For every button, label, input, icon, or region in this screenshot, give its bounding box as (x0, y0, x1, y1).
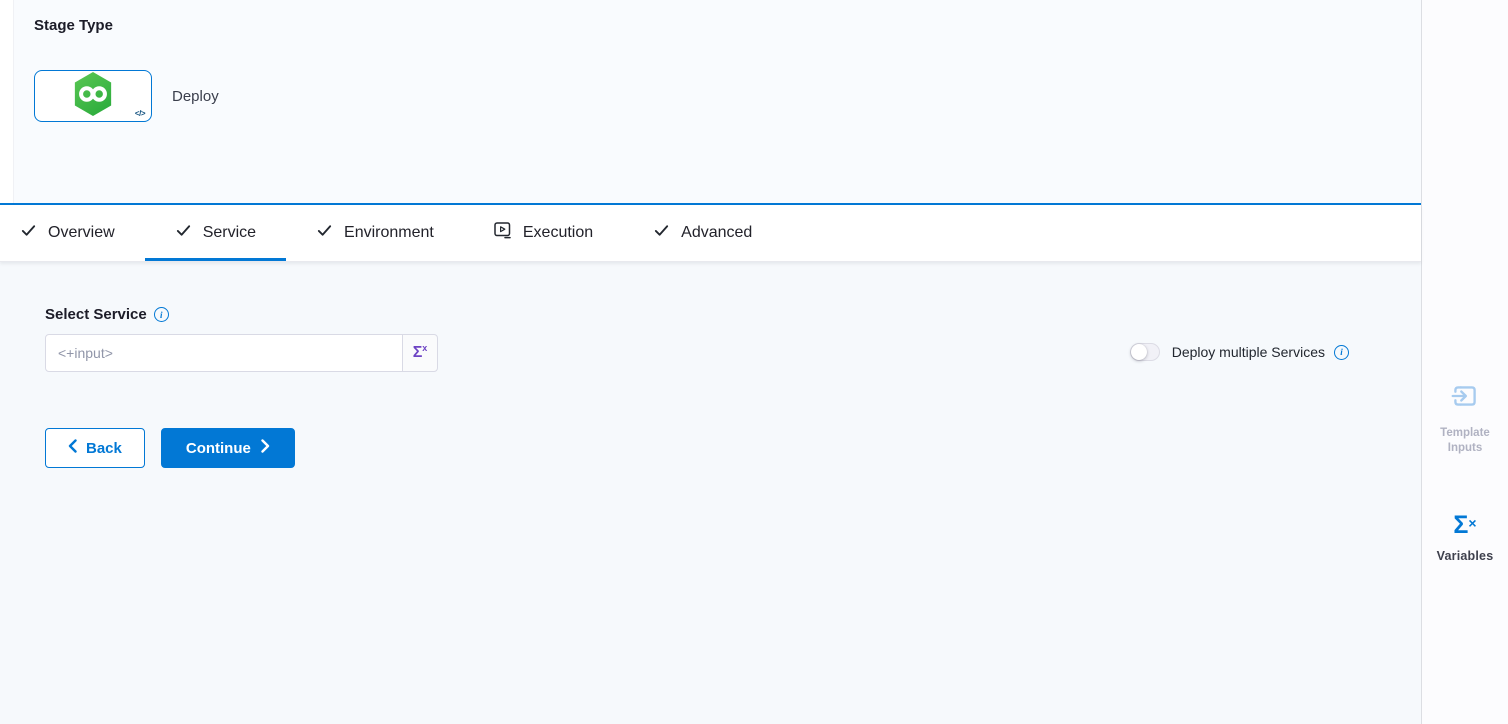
check-icon (20, 222, 37, 244)
x-glyph: × (1468, 515, 1476, 531)
service-input[interactable] (45, 334, 403, 372)
sigma-icon: Σ (413, 344, 423, 362)
template-inputs-label: Template Inputs (1434, 426, 1496, 456)
check-icon (316, 222, 333, 244)
cd-hexagon-icon (72, 71, 114, 122)
stage-setup-screen: Stage Type (0, 0, 1508, 724)
chevron-left-icon (68, 439, 77, 457)
continue-button[interactable]: Continue (161, 428, 295, 468)
sigma-sup-x: x (422, 343, 427, 353)
tab-label: Advanced (681, 224, 752, 242)
template-inputs-icon (1449, 380, 1481, 417)
chevron-right-icon (261, 439, 270, 457)
tab-execution[interactable]: Execution (464, 205, 623, 261)
continue-button-label: Continue (186, 440, 251, 457)
info-icon[interactable]: i (154, 307, 169, 322)
tab-label: Execution (523, 224, 593, 242)
template-inputs-button[interactable]: Template Inputs (1422, 380, 1508, 456)
tab-label: Overview (48, 224, 115, 242)
variables-sigma-icon: Σ × (1453, 512, 1476, 538)
info-icon[interactable]: i (1334, 345, 1349, 360)
toggle-knob (1131, 344, 1147, 360)
navigation-buttons: Back Continue (45, 428, 1421, 468)
tab-advanced[interactable]: Advanced (623, 205, 782, 261)
service-tab-content: Select Service i Σ x Deploy multiple Ser… (0, 262, 1421, 724)
tab-label: Environment (344, 224, 434, 242)
expression-input-type-button[interactable]: Σ x (402, 334, 438, 372)
sigma-glyph: Σ (1453, 512, 1468, 538)
tab-service[interactable]: Service (145, 205, 286, 261)
stage-type-title: Stage Type (34, 17, 1421, 34)
back-button[interactable]: Back (45, 428, 145, 468)
code-badge-icon: </> (135, 109, 145, 118)
check-icon (175, 222, 192, 244)
tab-label: Service (203, 224, 256, 242)
deploy-multiple-services-row: Deploy multiple Services i (1130, 343, 1349, 361)
panel-left-edge (0, 0, 14, 203)
variables-button[interactable]: Σ × Variables (1422, 512, 1508, 563)
stage-type-panel: Stage Type (0, 0, 1421, 205)
deploy-multiple-services-toggle[interactable] (1130, 343, 1160, 361)
check-icon (653, 222, 670, 244)
stage-name-label: Deploy (172, 88, 219, 105)
tab-overview[interactable]: Overview (18, 205, 145, 261)
deploy-stage-card[interactable]: </> (34, 70, 152, 122)
select-service-label: Select Service (45, 306, 147, 323)
right-rail: Template Inputs Σ × Variables (1421, 0, 1508, 724)
main-column: Stage Type (0, 0, 1421, 724)
selected-stage-row: </> Deploy (34, 70, 1421, 122)
tab-environment[interactable]: Environment (286, 205, 464, 261)
back-button-label: Back (86, 440, 122, 457)
execution-icon (494, 222, 512, 244)
variables-label: Variables (1437, 549, 1494, 563)
deploy-multiple-services-label: Deploy multiple Services (1172, 344, 1325, 360)
stage-tab-bar: Overview Service Environment (0, 205, 1421, 262)
select-service-label-row: Select Service i (45, 306, 1421, 323)
